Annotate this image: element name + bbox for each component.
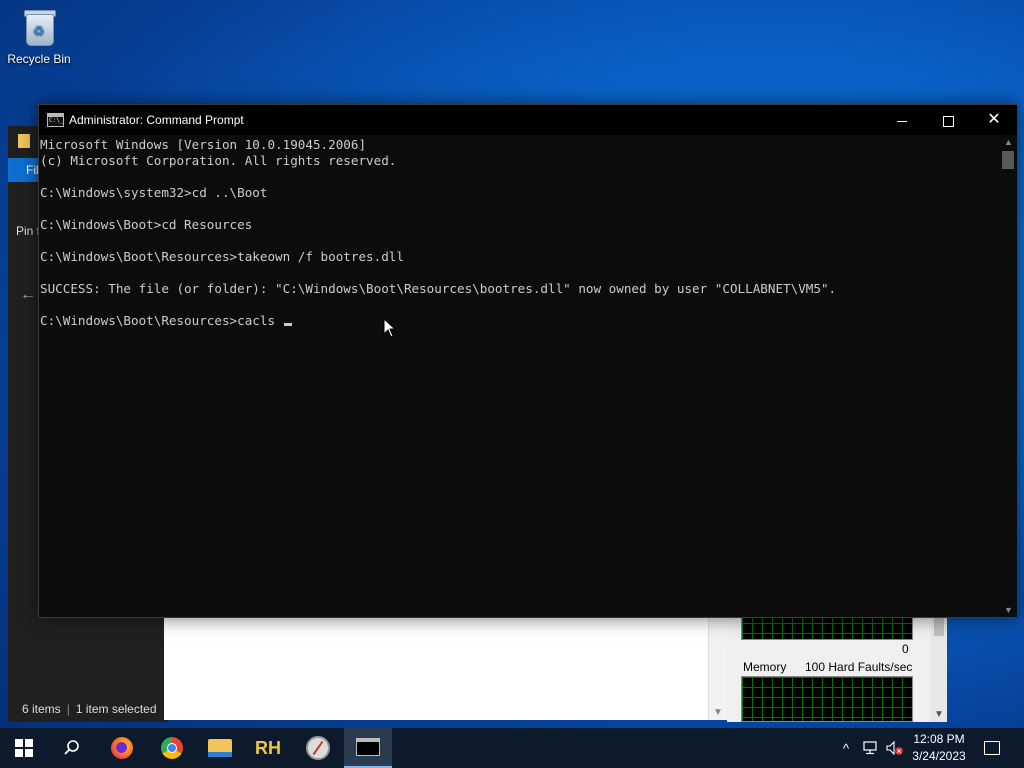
recycle-bin-icon: ♻ (22, 8, 56, 46)
title-bar[interactable]: Administrator: Command Prompt ✕ (39, 105, 1017, 135)
text-cursor (283, 323, 292, 326)
rh-icon: RH (255, 737, 281, 758)
scroll-down-icon[interactable]: ▼ (713, 707, 723, 718)
mouse-pointer-icon (383, 318, 397, 338)
maximize-icon (942, 115, 954, 127)
close-icon: ✕ (987, 111, 1001, 128)
explorer-content-pane[interactable] (164, 612, 724, 720)
windows-logo-icon (15, 739, 33, 757)
hard-faults-label: 100 Hard Faults/sec (805, 660, 913, 674)
clock-time: 12:08 PM (913, 732, 965, 746)
console-line: (c) Microsoft Corporation. All rights re… (40, 153, 397, 168)
console-line: Microsoft Windows [Version 10.0.19045.20… (40, 137, 367, 152)
start-button[interactable] (0, 728, 48, 768)
firefox-taskbar-button[interactable] (98, 728, 146, 768)
chevron-up-icon: ^ (842, 740, 850, 756)
console-output[interactable]: Microsoft Windows [Version 10.0.19045.20… (39, 135, 999, 617)
window-title: Administrator: Command Prompt (69, 113, 244, 127)
scroll-down-icon[interactable]: ▼ (934, 709, 944, 720)
explorer-status-bar: 6 items | 1 item selected (22, 702, 157, 716)
recycle-bin-desktop-icon[interactable]: ♻ Recycle Bin (6, 8, 72, 66)
minimize-icon (897, 120, 907, 122)
clock-date: 3/24/2023 (912, 749, 966, 763)
chrome-taskbar-button[interactable] (148, 728, 196, 768)
firefox-icon (111, 737, 133, 759)
minimize-button[interactable] (879, 105, 925, 135)
folder-icon (18, 134, 30, 148)
file-explorer-taskbar-button[interactable] (196, 728, 244, 768)
scroll-thumb[interactable] (934, 618, 944, 636)
show-hidden-icons-button[interactable]: ^ (836, 728, 856, 768)
compass-taskbar-button[interactable] (294, 728, 342, 768)
console-line: C:\Windows\Boot>cd Resources (40, 217, 253, 232)
command-prompt-icon (47, 113, 64, 127)
maximize-button[interactable] (925, 105, 971, 135)
search-button[interactable] (48, 728, 96, 768)
chrome-icon (161, 737, 183, 759)
file-explorer-icon (208, 739, 232, 757)
recycle-bin-label: Recycle Bin (7, 52, 71, 66)
command-prompt-icon (356, 738, 380, 756)
scroll-up-icon[interactable]: ▲ (1004, 137, 1013, 147)
compass-icon (306, 736, 330, 760)
scroll-down-icon[interactable]: ▼ (1004, 605, 1013, 615)
memory-label: Memory (743, 660, 787, 674)
volume-button[interactable] (884, 728, 906, 768)
graph-zero-label: 0 (902, 642, 909, 656)
console-line: C:\Windows\system32>cd ..\Boot (40, 185, 268, 200)
memory-graph (741, 676, 913, 722)
close-button[interactable]: ✕ (971, 105, 1017, 135)
search-icon (64, 740, 79, 755)
network-button[interactable] (860, 728, 882, 768)
command-prompt-window[interactable]: Administrator: Command Prompt ✕ Microsof… (38, 104, 1018, 618)
rh-taskbar-button[interactable]: RH (244, 728, 292, 768)
action-center-button[interactable] (978, 728, 1006, 768)
console-line: SUCCESS: The file (or folder): "C:\Windo… (40, 281, 837, 296)
back-arrow-icon[interactable]: ← (20, 286, 36, 304)
current-command[interactable]: C:\Windows\Boot\Resources>cacls (40, 313, 283, 328)
resource-monitor-window[interactable]: 0 Memory 100 Hard Faults/sec ▼ (727, 612, 947, 722)
item-count: 6 items (22, 702, 61, 716)
volume-muted-icon (886, 741, 903, 755)
scroll-thumb[interactable] (1002, 151, 1014, 169)
taskbar: RH ^ 12:08 PM 3/24/2023 (0, 728, 1024, 768)
notification-icon (984, 741, 1000, 755)
explorer-scrollbar[interactable]: ▼ (708, 612, 727, 720)
selected-count: 1 item selected (75, 702, 157, 716)
command-prompt-taskbar-button[interactable] (344, 728, 392, 768)
clock[interactable]: 12:08 PM 3/24/2023 (904, 731, 974, 765)
command-input-line[interactable]: C:\Windows\Boot\Resources>cacls (40, 313, 999, 329)
console-line: C:\Windows\Boot\Resources>takeown /f boo… (40, 249, 404, 264)
network-icon (863, 741, 877, 755)
pin-to-quick-access-button[interactable]: Pin t (16, 224, 40, 238)
console-scrollbar[interactable]: ▲ ▼ (999, 135, 1017, 617)
resource-monitor-scrollbar[interactable]: ▼ (931, 612, 947, 722)
